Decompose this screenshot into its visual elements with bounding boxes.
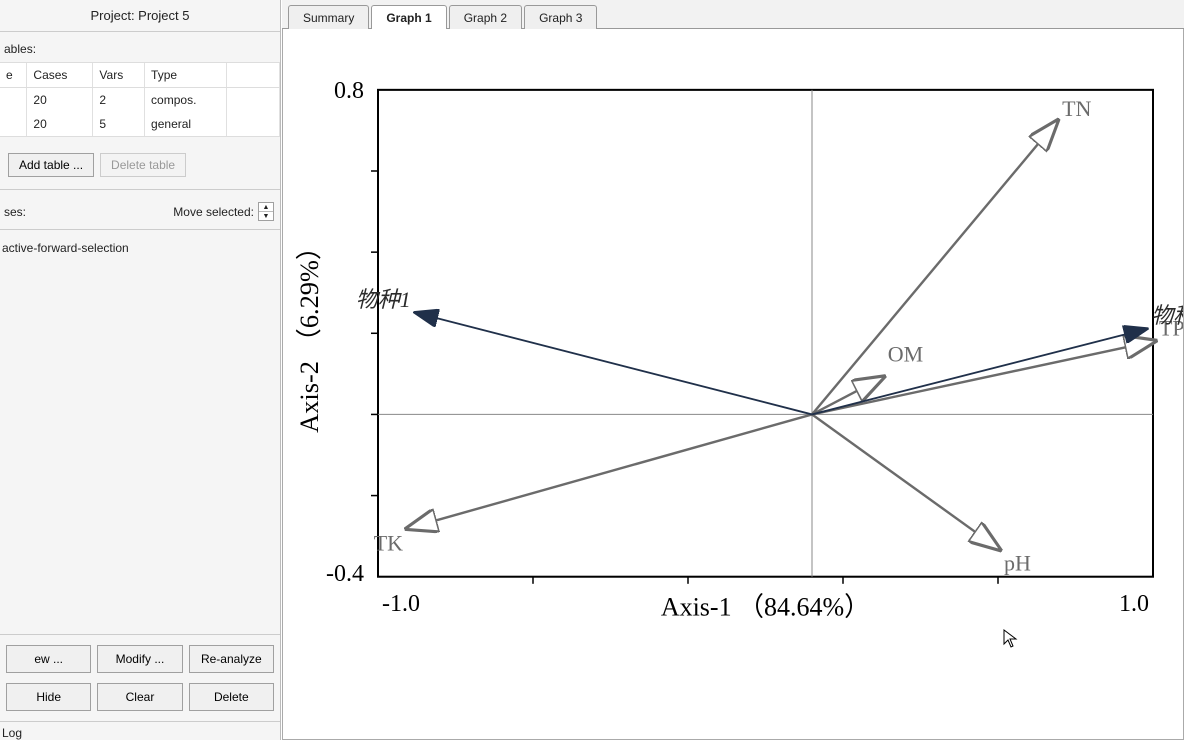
cell-vars[interactable]: 2 — [93, 88, 145, 113]
svg-text:Axis-1 （84.64%）: Axis-1 （84.64%） — [661, 592, 870, 621]
graph-canvas[interactable]: 0.8 -0.4 -1.0 1.0 Axis-1 （84.64%） Axis-2 （6.2… — [282, 29, 1184, 740]
svg-text:-1.0: -1.0 — [382, 590, 420, 617]
vector-label-物种2: 物种2 — [1151, 303, 1183, 328]
cell-e[interactable] — [0, 112, 27, 136]
svg-text:1.0: 1.0 — [1119, 590, 1149, 617]
cell-cases[interactable]: 20 — [27, 88, 93, 113]
svg-text:0.8: 0.8 — [334, 77, 364, 104]
log-label: Log — [0, 721, 280, 740]
tab-graph-2[interactable]: Graph 2 — [449, 5, 522, 29]
vector-label-OM: OM — [888, 342, 924, 367]
tables-grid[interactable]: e Cases Vars Type 202compos.205general — [0, 62, 280, 137]
modify-button[interactable]: Modify ... — [97, 645, 182, 673]
cell-e[interactable] — [0, 88, 27, 113]
new-analysis-button[interactable]: ew ... — [6, 645, 91, 673]
table-button-row: Add table ... Delete table — [0, 143, 280, 190]
table-row[interactable]: 202compos. — [0, 88, 280, 113]
analyses-section-label: ses: — [4, 205, 26, 219]
vector-label-物种1: 物种1 — [356, 287, 411, 312]
analysis-btn-row-2: Hide Clear Delete — [0, 683, 280, 721]
svg-text:-0.4: -0.4 — [326, 560, 364, 587]
analysis-item[interactable]: active-forward-selection — [0, 238, 276, 258]
delete-button[interactable]: Delete — [189, 683, 274, 711]
analyses-list[interactable]: active-forward-selection — [0, 230, 280, 634]
table-row[interactable]: 205general — [0, 112, 280, 136]
vector-label-TN: TN — [1062, 96, 1091, 121]
analysis-btn-row-1: ew ... Modify ... Re-analyze — [0, 634, 280, 683]
hide-button[interactable]: Hide — [6, 683, 91, 711]
add-table-button[interactable]: Add table ... — [8, 153, 94, 177]
clear-button[interactable]: Clear — [97, 683, 182, 711]
tab-graph-3[interactable]: Graph 3 — [524, 5, 597, 29]
col-vars[interactable]: Vars — [93, 63, 145, 88]
tables-section-label: ables: — [0, 32, 280, 62]
reanalyze-button[interactable]: Re-analyze — [189, 645, 274, 673]
vector-label-TK: TK — [374, 530, 403, 555]
left-panel: Project: Project 5 ables: e Cases Vars T… — [0, 0, 281, 740]
analyses-header-row: ses: Move selected: ▲ ▼ — [0, 194, 280, 230]
svg-text:Axis-2 （6.29%）: Axis-2 （6.29%） — [295, 234, 324, 433]
cell-type[interactable]: general — [145, 112, 227, 136]
cell-vars[interactable]: 5 — [93, 112, 145, 136]
tab-summary[interactable]: Summary — [288, 5, 369, 29]
table-header-row: e Cases Vars Type — [0, 63, 280, 88]
cell-type[interactable]: compos. — [145, 88, 227, 113]
tab-bar: SummaryGraph 1Graph 2Graph 3 — [282, 0, 1184, 29]
col-e[interactable]: e — [0, 63, 27, 88]
spinner-down-icon[interactable]: ▼ — [259, 212, 273, 220]
col-type[interactable]: Type — [145, 63, 227, 88]
delete-table-button: Delete table — [100, 153, 186, 177]
spinner-up-icon[interactable]: ▲ — [259, 203, 273, 212]
project-title: Project: Project 5 — [0, 0, 280, 32]
right-panel: SummaryGraph 1Graph 2Graph 3 0.8 -0.4 -1.0… — [281, 0, 1184, 740]
col-cases[interactable]: Cases — [27, 63, 93, 88]
vector-label-pH: pH — [1004, 550, 1031, 575]
tab-graph-1[interactable]: Graph 1 — [371, 5, 446, 29]
cell-cases[interactable]: 20 — [27, 112, 93, 136]
move-selected-spinner[interactable]: ▲ ▼ — [258, 202, 274, 221]
move-selected-label: Move selected: — [173, 205, 254, 219]
